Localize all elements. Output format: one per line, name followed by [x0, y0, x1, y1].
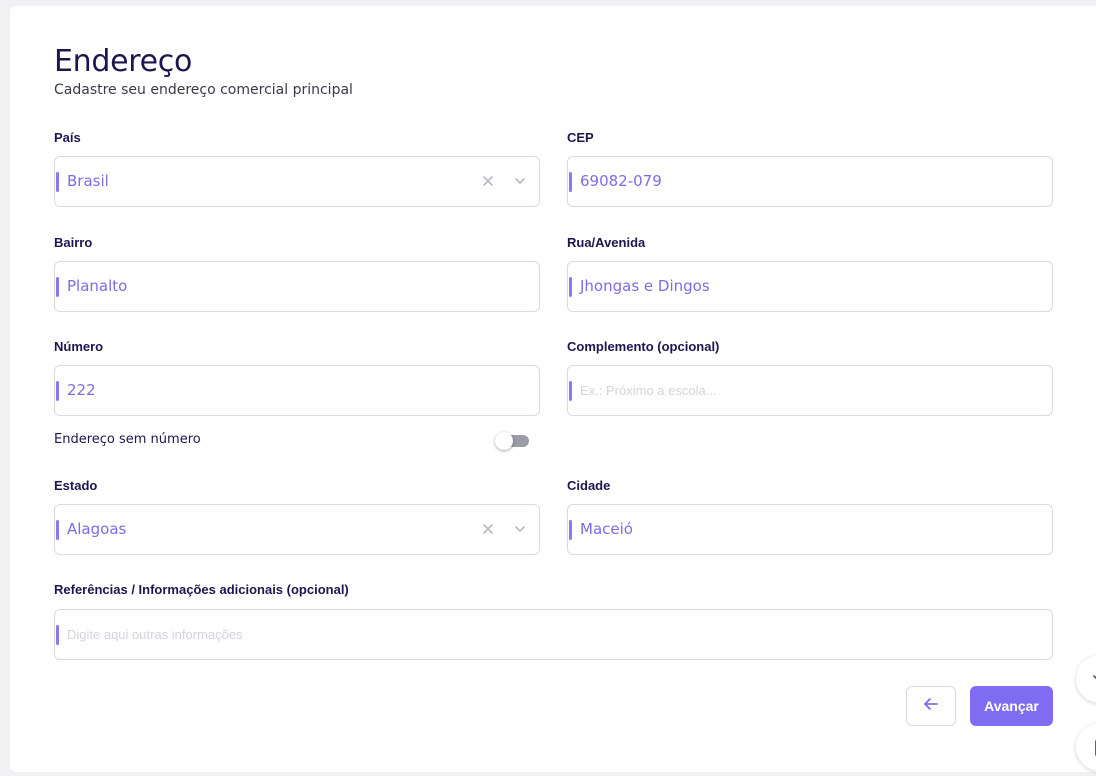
cep-label: CEP: [567, 130, 594, 145]
toggle-knob: [495, 432, 513, 450]
complemento-placeholder: Ex.: Próximo a escola...: [580, 383, 717, 398]
sem-numero-label: Endereço sem número: [54, 432, 201, 447]
focus-indicator: [56, 381, 59, 401]
pais-value: Brasil: [67, 172, 109, 190]
focus-indicator: [56, 172, 59, 192]
cep-input[interactable]: 69082-079: [567, 156, 1053, 207]
arrow-left-icon: [921, 694, 941, 719]
rua-input[interactable]: Jhongas e Dingos: [567, 261, 1053, 312]
page-subtitle: Cadastre seu endereço comercial principa…: [54, 82, 353, 98]
focus-indicator: [569, 381, 572, 401]
rua-value: Jhongas e Dingos: [580, 277, 710, 295]
pais-select[interactable]: Brasil: [54, 156, 540, 207]
focus-indicator: [56, 277, 59, 297]
numero-label: Número: [54, 339, 104, 354]
complemento-input[interactable]: Ex.: Próximo a escola...: [567, 365, 1053, 416]
numero-input[interactable]: 222: [54, 365, 540, 416]
focus-indicator: [569, 277, 572, 297]
focus-indicator: [56, 520, 59, 540]
rua-label: Rua/Avenida: [567, 235, 646, 250]
referencias-placeholder: Digite aqui outras informações: [67, 627, 243, 642]
floating-action-button[interactable]: [1076, 655, 1096, 703]
close-icon[interactable]: [479, 172, 497, 190]
estado-select[interactable]: Alagoas: [54, 504, 540, 555]
referencias-label: Referências / Informações adicionais (op…: [54, 582, 349, 597]
chevron-down-icon[interactable]: [511, 172, 529, 190]
pais-label: País: [54, 130, 81, 145]
cidade-input[interactable]: Maceió: [567, 504, 1053, 555]
cidade-value: Maceió: [580, 520, 633, 538]
bairro-value: Planalto: [67, 277, 128, 295]
back-button[interactable]: [906, 686, 956, 726]
estado-label: Estado: [54, 478, 98, 493]
complemento-label: Complemento (opcional): [567, 339, 720, 354]
estado-value: Alagoas: [67, 520, 127, 538]
close-icon[interactable]: [479, 520, 497, 538]
focus-indicator: [569, 520, 572, 540]
document-icon: [1095, 740, 1096, 756]
bairro-input[interactable]: Planalto: [54, 261, 540, 312]
cidade-label: Cidade: [567, 478, 611, 493]
chevron-down-icon[interactable]: [511, 520, 529, 538]
focus-indicator: [569, 172, 572, 192]
chevron-icon: [1093, 675, 1096, 680]
numero-value: 222: [67, 381, 96, 399]
focus-indicator: [56, 625, 59, 645]
cep-value: 69082-079: [580, 172, 662, 190]
next-button[interactable]: Avançar: [970, 686, 1053, 726]
referencias-input[interactable]: Digite aqui outras informações: [54, 609, 1053, 660]
bairro-label: Bairro: [54, 235, 93, 250]
page-title: Endereço: [54, 44, 193, 79]
sem-numero-toggle[interactable]: [495, 432, 531, 452]
floating-action-button[interactable]: [1076, 723, 1096, 771]
